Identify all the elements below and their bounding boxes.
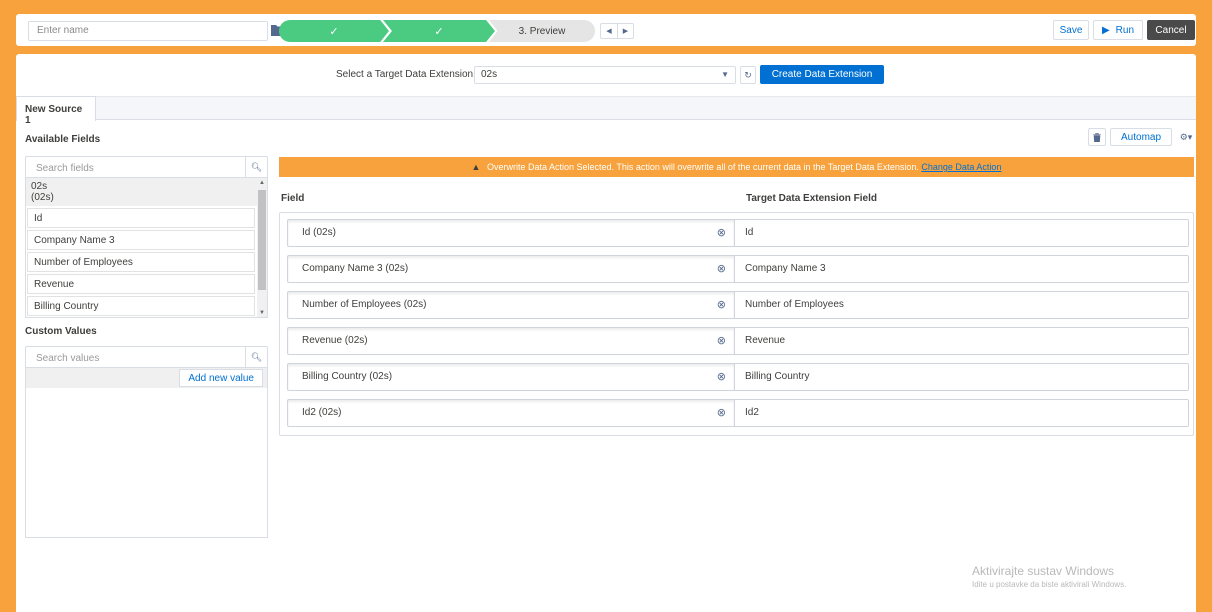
source-field-cell[interactable]: Billing Country (02s) ⊗ (287, 363, 735, 391)
source-field-cell[interactable]: Number of Employees (02s) ⊗ (287, 291, 735, 319)
target-label: Select a Target Data Extension: (336, 69, 476, 80)
gear-icon[interactable]: ⚙▾ (1176, 128, 1196, 146)
target-field-cell: Id (735, 219, 1189, 247)
step-3-preview[interactable]: 3. Preview (489, 20, 595, 42)
target-field-cell: Number of Employees (735, 291, 1189, 319)
search-fields-placeholder: Search fields (36, 163, 94, 174)
source-tabs: New Source 1 (16, 96, 1196, 126)
main-panel: Select a Target Data Extension: 02s ▼ ↻ … (16, 54, 1196, 612)
mapping-toolbar: Automap ⚙▾ (1088, 128, 1196, 146)
change-data-action-link[interactable]: Change Data Action (921, 162, 1001, 172)
source-field-label: Billing Country (02s) (302, 371, 393, 382)
mapping-row: Company Name 3 (02s) ⊗ Company Name 3 (287, 255, 1189, 283)
remove-mapping-icon[interactable]: ⊗ (717, 334, 726, 347)
step-1-check: ✓ (329, 25, 339, 38)
mapping-row: Id (02s) ⊗ Id (287, 219, 1189, 247)
search-fields-input[interactable]: Search fields 🔍︎ (25, 156, 268, 178)
source-field-cell[interactable]: Company Name 3 (02s) ⊗ (287, 255, 735, 283)
custom-values-title: Custom Values (25, 326, 97, 337)
name-input[interactable]: Enter name (28, 21, 268, 41)
field-group-sub: (02s) (31, 192, 54, 203)
available-fields-title: Available Fields (25, 134, 101, 145)
custom-values-list: Add new value (25, 368, 268, 538)
available-fields-list: 02s (02s) Id Company Name 3 Number of Em… (25, 178, 268, 318)
list-item[interactable]: Company Name 3 (27, 230, 255, 250)
save-button[interactable]: Save (1053, 20, 1089, 40)
query-header-bar: Enter name ✓ ✓ 3. Preview ◀ ▶ Save ▶ Run… (16, 14, 1196, 46)
field-mapping-area: Id (02s) ⊗ Id Company Name 3 (02s) ⊗ Compa… (279, 212, 1194, 436)
list-item[interactable]: Number of Employees (27, 252, 255, 272)
step-2-check: ✓ (434, 25, 444, 38)
field-column-header: Field (281, 193, 305, 204)
overwrite-warning-banner: ▲ Overwrite Data Action Selected. This a… (279, 157, 1194, 177)
remove-mapping-icon[interactable]: ⊗ (717, 370, 726, 383)
play-icon: ▶ (1101, 24, 1110, 36)
caret-down-icon: ▼ (721, 70, 729, 79)
scroll-thumb[interactable] (258, 190, 266, 290)
scroll-up-icon[interactable]: ▲ (259, 180, 265, 186)
create-data-extension-button[interactable]: Create Data Extension (760, 65, 884, 84)
watermark-line-2: Idite u postavke da biste aktivirali Win… (972, 580, 1127, 589)
next-step-icon[interactable]: ▶ (617, 24, 633, 38)
remove-mapping-icon[interactable]: ⊗ (717, 406, 726, 419)
target-selected-value: 02s (481, 69, 498, 80)
left-pane: Available Fields Search fields 🔍︎ 02s (0… (25, 126, 268, 538)
list-item[interactable]: Billing Country (27, 296, 255, 316)
fields-scrollbar[interactable]: ▲ ▼ (257, 178, 267, 317)
source-field-label: Number of Employees (02s) (302, 299, 427, 310)
mapping-row: Billing Country (02s) ⊗ Billing Country (287, 363, 1189, 391)
target-field-cell: Id2 (735, 399, 1189, 427)
mapping-row: Id2 (02s) ⊗ Id2 (287, 399, 1189, 427)
scroll-down-icon[interactable]: ▼ (259, 310, 265, 316)
run-button[interactable]: ▶ Run (1093, 20, 1143, 40)
step-nav-arrows: ◀ ▶ (600, 23, 634, 39)
refresh-icon[interactable]: ↻ (740, 66, 756, 84)
step-3-label: 3. Preview (518, 25, 566, 37)
target-field-cell: Revenue (735, 327, 1189, 355)
target-field-cell: Billing Country (735, 363, 1189, 391)
prev-step-icon[interactable]: ◀ (601, 24, 617, 38)
target-field-cell: Company Name 3 (735, 255, 1189, 283)
source-field-cell[interactable]: Id (02s) ⊗ (287, 219, 735, 247)
target-row: Select a Target Data Extension: 02s ▼ ↻ … (16, 64, 1196, 86)
search-icon[interactable]: 🔍︎ (245, 157, 267, 177)
trash-icon-svg (1093, 132, 1101, 142)
source-field-cell[interactable]: Revenue (02s) ⊗ (287, 327, 735, 355)
trash-icon[interactable] (1088, 128, 1106, 146)
watermark-line-1: Aktivirajte sustav Windows (972, 564, 1115, 578)
list-item[interactable]: Revenue (27, 274, 255, 294)
source-field-label: Company Name 3 (02s) (302, 263, 409, 274)
remove-mapping-icon[interactable]: ⊗ (717, 226, 726, 239)
step-2-complete[interactable]: ✓ (383, 20, 495, 42)
remove-mapping-icon[interactable]: ⊗ (717, 262, 726, 275)
mapping-row: Revenue (02s) ⊗ Revenue (287, 327, 1189, 355)
add-value-row: Add new value (26, 368, 267, 388)
search-values-input[interactable]: Search values 🔍︎ (25, 346, 268, 368)
source-field-cell[interactable]: Id2 (02s) ⊗ (287, 399, 735, 427)
cancel-button[interactable]: Cancel (1147, 20, 1195, 40)
automap-button[interactable]: Automap (1110, 128, 1173, 146)
tab-new-source-1[interactable]: New Source 1 (16, 96, 96, 126)
search-values-placeholder: Search values (36, 353, 100, 364)
target-data-extension-select[interactable]: 02s ▼ (474, 66, 736, 84)
list-item[interactable]: Id (27, 208, 255, 228)
search-icon[interactable]: 🔍︎ (245, 347, 267, 367)
add-new-value-button[interactable]: Add new value (179, 369, 263, 387)
warning-message: Overwrite Data Action Selected. This act… (486, 162, 919, 172)
windows-activation-watermark: Aktivirajte sustav Windows Idite u posta… (972, 564, 1126, 589)
step-1-complete[interactable]: ✓ (279, 20, 389, 42)
field-group-header[interactable]: 02s (02s) (26, 178, 267, 206)
source-field-label: Id2 (02s) (302, 407, 342, 418)
warning-icon: ▲ (471, 162, 481, 172)
target-column-header: Target Data Extension Field (746, 193, 877, 204)
remove-mapping-icon[interactable]: ⊗ (717, 298, 726, 311)
source-field-label: Revenue (02s) (302, 335, 368, 346)
field-group-name: 02s (31, 181, 48, 192)
run-label: Run (1115, 24, 1135, 36)
source-field-label: Id (02s) (302, 227, 336, 238)
mapping-row: Number of Employees (02s) ⊗ Number of Emp… (287, 291, 1189, 319)
